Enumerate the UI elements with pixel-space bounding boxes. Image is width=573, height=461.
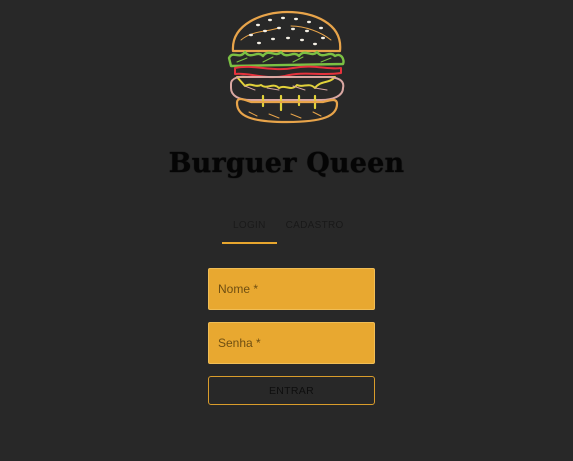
tab-login[interactable]: LOGIN — [222, 210, 277, 244]
password-input[interactable] — [209, 323, 374, 363]
burger-icon — [227, 10, 345, 124]
submit-button[interactable]: ENTRAR — [208, 376, 375, 405]
password-field — [208, 322, 375, 364]
name-field — [208, 268, 375, 310]
auth-tabs: LOGIN CADASTRO — [222, 210, 355, 244]
burger-logo — [223, 10, 350, 126]
tab-cadastro[interactable]: CADASTRO — [277, 210, 355, 242]
name-input[interactable] — [209, 269, 374, 309]
app-title: Burguer Queen — [168, 148, 405, 179]
